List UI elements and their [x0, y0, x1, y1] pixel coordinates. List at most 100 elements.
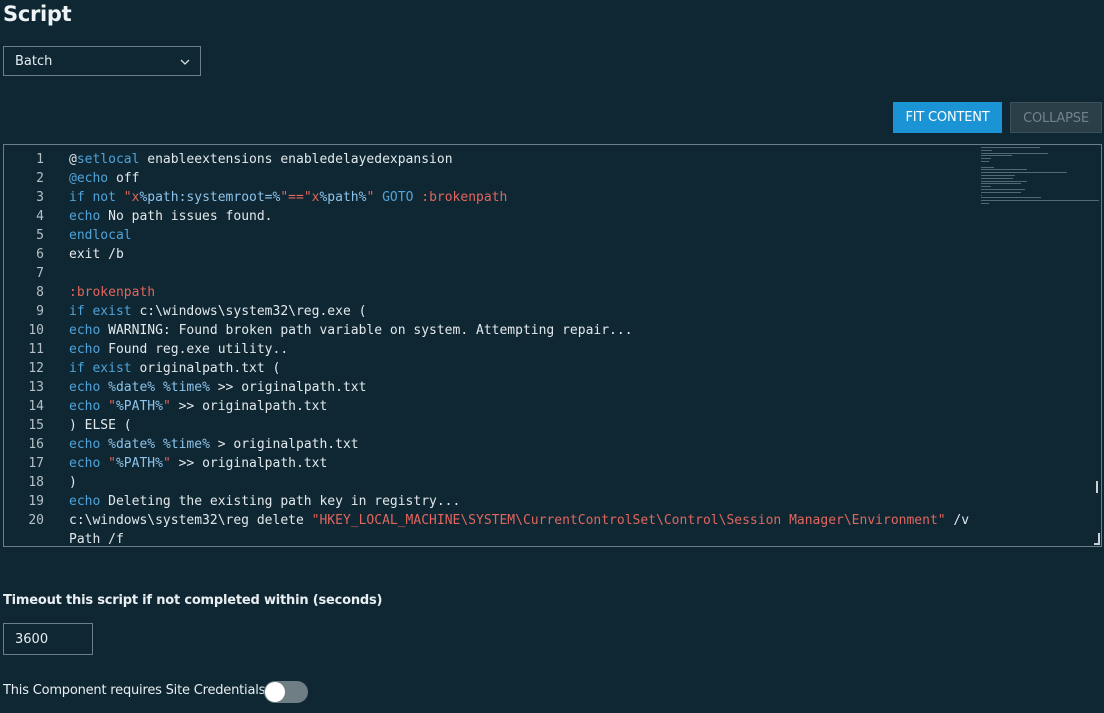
code-token: Path /f: [69, 532, 124, 547]
code-minimap[interactable]: [981, 147, 1101, 211]
code-line: 1 @setlocal enableextensions enabledelaye…: [4, 150, 1101, 169]
code-token: %PATH%: [115, 456, 163, 471]
toggle-knob: [265, 682, 285, 702]
code-token: exit /b: [69, 247, 124, 262]
line-number: 3: [36, 190, 44, 205]
line-number: 6: [36, 247, 44, 262]
code-line: 17 echo "%PATH%" >> originalpath.txt: [4, 454, 1101, 473]
code-token: /v: [945, 513, 970, 528]
code-token: %date%: [108, 380, 156, 395]
line-number: 11: [28, 342, 44, 357]
code-line: 6 exit /b: [4, 245, 1101, 264]
code-token: %date%: [108, 437, 156, 452]
code-line: 7: [4, 264, 1101, 283]
line-number: 20: [28, 513, 44, 528]
line-number: 5: [36, 228, 44, 243]
code-line: 20 c:\windows\system32\reg delete "HKEY_L…: [4, 511, 1101, 530]
code-token: ": [108, 399, 116, 414]
code-line: 3 if not "x%path:systemroot=%"=="x%path%"…: [4, 188, 1101, 207]
minimap-line: [981, 175, 1015, 176]
code-token: off: [108, 171, 140, 186]
code-token: c:\windows\system32\reg.exe (: [131, 304, 367, 319]
code-token: echo: [69, 323, 101, 338]
code-token: >> originalpath.txt: [209, 380, 367, 395]
code-token: >> originalpath.txt: [170, 399, 328, 414]
code-token: %time%: [162, 380, 210, 395]
code-token: "=="x: [280, 190, 320, 205]
code-token: ): [69, 475, 77, 490]
code-token: ": [108, 456, 116, 471]
minimap-line: [981, 197, 1041, 199]
line-number: 9: [36, 304, 44, 319]
minimap-line: [981, 186, 991, 188]
chevron-down-icon: [180, 59, 190, 65]
page-title: Script: [3, 2, 72, 26]
minimap-line: [981, 161, 990, 162]
code-token: setlocal: [76, 152, 140, 167]
minimap-line: [981, 203, 990, 204]
minimap-line: [981, 158, 991, 160]
code-token: if exist: [69, 304, 132, 319]
code-token: :brokenpath: [69, 285, 156, 300]
code-line: 12 if exist originalpath.txt (: [4, 359, 1101, 378]
minimap-line: [981, 180, 1027, 182]
minimap-line: [981, 177, 1014, 179]
minimap-line: [981, 147, 1040, 148]
line-number: 17: [28, 456, 44, 471]
code-line: 19 echo Deleting the existing path key in…: [4, 492, 1101, 511]
editor-scrollbar[interactable]: [1096, 481, 1098, 493]
minimap-line: [981, 189, 1026, 190]
line-number: 14: [28, 399, 44, 414]
code-token: >> originalpath.txt: [170, 456, 328, 471]
code-token: echo: [69, 456, 101, 471]
line-number: 8: [36, 285, 44, 300]
line-number: 18: [28, 475, 44, 490]
code-line: 4 echo No path issues found.: [4, 207, 1101, 226]
code-token: Found reg.exe utility..: [100, 342, 289, 357]
code-token: echo: [69, 380, 101, 395]
minimap-line: [981, 149, 992, 151]
code-token: %path%: [319, 190, 367, 205]
script-language-select[interactable]: Batch: [3, 46, 201, 76]
line-number: 16: [28, 437, 44, 452]
site-credentials-toggle[interactable]: [264, 681, 308, 703]
code-token: echo: [69, 494, 101, 509]
code-token: endlocal: [69, 228, 132, 243]
script-code-editor[interactable]: 1 @setlocal enableextensions enabledelaye…: [3, 144, 1102, 547]
code-token: enableextensions enabledelayedexpansion: [139, 152, 453, 167]
code-line: 9 if exist c:\windows\system32\reg.exe (: [4, 302, 1101, 321]
fit-content-button[interactable]: FIT CONTENT: [893, 102, 1002, 133]
code-token: No path issues found.: [100, 209, 273, 224]
code-token: :brokenpath: [421, 190, 508, 205]
code-token: @echo: [69, 171, 109, 186]
line-number: 4: [36, 209, 44, 224]
code-token: %path:systemroot=%: [139, 190, 281, 205]
code-token: echo: [69, 437, 101, 452]
resize-handle-icon[interactable]: [1094, 533, 1100, 545]
code-line: Path /f: [4, 530, 1101, 547]
line-number: 15: [28, 418, 44, 433]
minimap-line: [981, 152, 1049, 154]
site-credentials-label: This Component requires Site Credentials: [3, 683, 266, 698]
code-token: %PATH%: [115, 399, 163, 414]
script-language-value: Batch: [15, 54, 53, 69]
minimap-line: [981, 166, 995, 168]
line-number: 12: [28, 361, 44, 376]
timeout-label: Timeout this script if not completed wit…: [3, 593, 383, 608]
code-line: 13 echo %date% %time% >> originalpath.txt: [4, 378, 1101, 397]
code-token: Deleting the existing path key in regist…: [100, 494, 461, 509]
code-line: 18): [4, 473, 1101, 492]
collapse-button[interactable]: COLLAPSE: [1010, 102, 1102, 133]
code-token: ": [162, 456, 171, 471]
timeout-seconds-input[interactable]: [3, 623, 93, 655]
line-number: 10: [28, 323, 44, 338]
line-number: 2: [36, 171, 44, 186]
line-number: 7: [36, 266, 44, 281]
code-line: 16 echo %date% %time% > originalpath.txt: [4, 435, 1101, 454]
